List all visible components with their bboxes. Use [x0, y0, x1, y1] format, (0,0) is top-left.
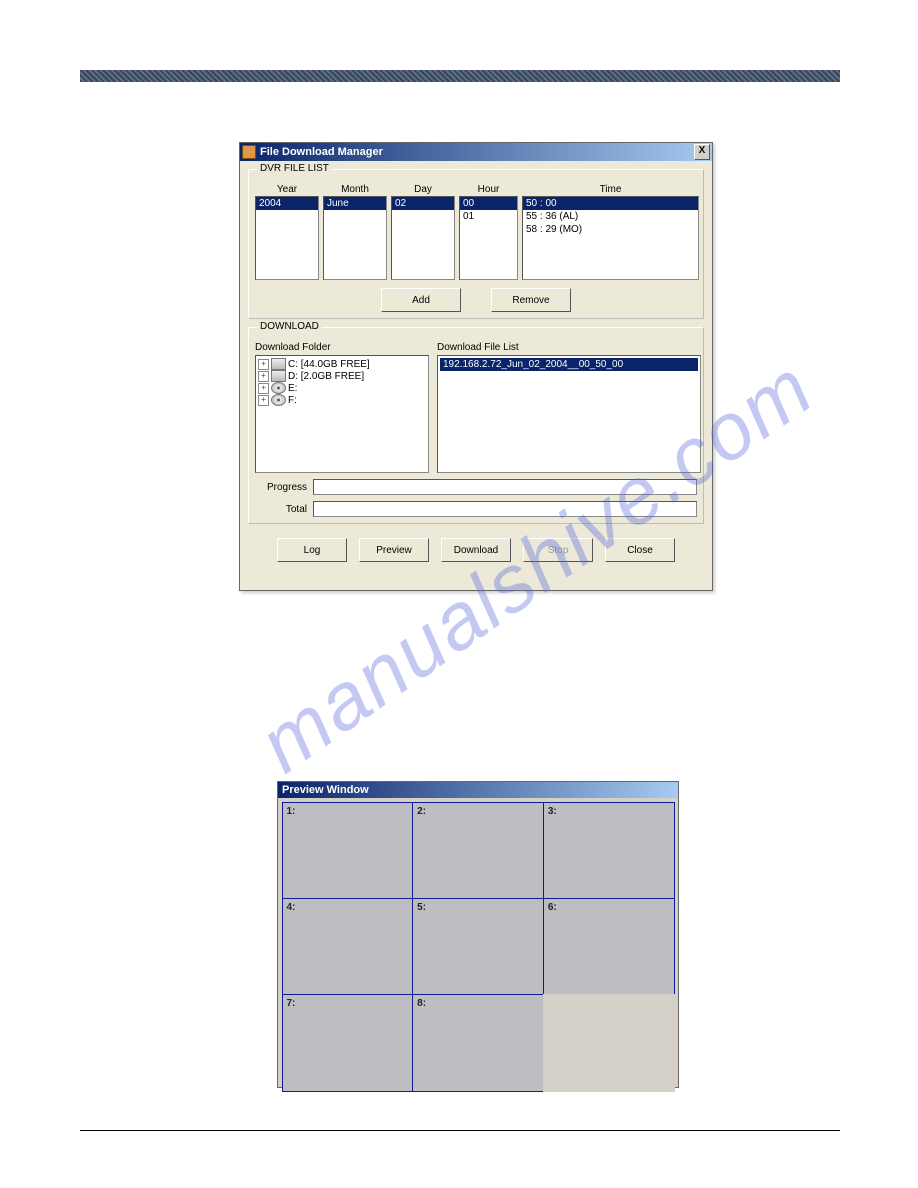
preview-button[interactable]: Preview: [359, 538, 429, 562]
download-group: DOWNLOAD Download Folder + C: [44.0GB FR…: [248, 327, 704, 524]
preview-cell[interactable]: 3:: [543, 802, 675, 899]
cell-label: 5:: [417, 902, 426, 913]
preview-cell-empty: [543, 994, 675, 1091]
cell-label: 1:: [287, 806, 296, 817]
cell-label: 3:: [548, 806, 557, 817]
expand-icon[interactable]: +: [258, 383, 269, 394]
list-item[interactable]: June: [324, 197, 386, 210]
preview-cell[interactable]: 1:: [282, 802, 414, 899]
cell-label: 7:: [287, 998, 296, 1009]
add-button[interactable]: Add: [381, 288, 461, 312]
time-listbox[interactable]: 50 : 00 55 : 36 (AL) 58 : 29 (MO): [522, 196, 699, 280]
titlebar[interactable]: File Download Manager X: [240, 143, 712, 161]
page-footer-line: [80, 1130, 840, 1131]
tree-item[interactable]: + D: [2.0GB FREE]: [258, 370, 426, 382]
hour-label: Hour: [459, 184, 518, 195]
drive-label: F:: [288, 395, 297, 406]
preview-window: Preview Window 1: 2: 3: 4: 5: 6: 7: 8:: [277, 781, 679, 1088]
total-label: Total: [255, 504, 307, 515]
cd-icon: [271, 382, 286, 394]
preview-cell[interactable]: 4:: [282, 898, 414, 995]
cell-label: 4:: [287, 902, 296, 913]
year-label: Year: [255, 184, 319, 195]
preview-cell[interactable]: 6:: [543, 898, 675, 995]
preview-cell[interactable]: 8:: [412, 994, 544, 1091]
time-label: Time: [522, 184, 699, 195]
download-file-listbox[interactable]: 192.168.2.72_Jun_02_2004__00_50_00: [437, 355, 701, 473]
cell-label: 2:: [417, 806, 426, 817]
preview-cell[interactable]: 5:: [412, 898, 544, 995]
drive-label: E:: [288, 383, 297, 394]
stop-button[interactable]: Stop: [523, 538, 593, 562]
month-label: Month: [323, 184, 387, 195]
log-button[interactable]: Log: [277, 538, 347, 562]
expand-icon[interactable]: +: [258, 359, 269, 370]
hdd-icon: [271, 358, 286, 370]
list-item[interactable]: 50 : 00: [523, 197, 698, 210]
expand-icon[interactable]: +: [258, 371, 269, 382]
preview-title-text: Preview Window: [282, 784, 369, 796]
download-legend: DOWNLOAD: [257, 321, 322, 332]
year-listbox[interactable]: 2004: [255, 196, 319, 280]
download-folder-label: Download Folder: [255, 342, 429, 353]
progress-label: Progress: [255, 482, 307, 493]
app-icon: [242, 145, 256, 159]
day-listbox[interactable]: 02: [391, 196, 455, 280]
tree-item[interactable]: + E:: [258, 382, 426, 394]
total-bar: [313, 501, 697, 517]
list-item[interactable]: 192.168.2.72_Jun_02_2004__00_50_00: [440, 358, 698, 371]
cell-label: 8:: [417, 998, 426, 1009]
preview-cell[interactable]: 2:: [412, 802, 544, 899]
tree-item[interactable]: + F:: [258, 394, 426, 406]
drive-label: D: [2.0GB FREE]: [288, 371, 364, 382]
download-folder-tree[interactable]: + C: [44.0GB FREE] + D: [2.0GB FREE] +: [255, 355, 429, 473]
list-item[interactable]: 00: [460, 197, 517, 210]
cell-label: 6:: [548, 902, 557, 913]
hdd-icon: [271, 370, 286, 382]
download-filelist-label: Download File List: [437, 342, 701, 353]
list-item[interactable]: 02: [392, 197, 454, 210]
file-download-manager-window: File Download Manager X DVR FILE LIST Ye…: [239, 142, 713, 591]
list-item[interactable]: 55 : 36 (AL): [523, 210, 698, 223]
hour-listbox[interactable]: 00 01: [459, 196, 518, 280]
dvr-file-list-group: DVR FILE LIST Year 2004 Month June Day: [248, 169, 704, 319]
day-label: Day: [391, 184, 455, 195]
download-button[interactable]: Download: [441, 538, 511, 562]
tree-item[interactable]: + C: [44.0GB FREE]: [258, 358, 426, 370]
preview-titlebar[interactable]: Preview Window: [278, 782, 678, 798]
window-title: File Download Manager: [260, 146, 383, 158]
dvr-file-list-legend: DVR FILE LIST: [257, 163, 332, 174]
progress-bar: [313, 479, 697, 495]
cd-icon: [271, 394, 286, 406]
preview-grid: 1: 2: 3: 4: 5: 6: 7: 8:: [278, 798, 678, 1095]
month-listbox[interactable]: June: [323, 196, 387, 280]
list-item[interactable]: 01: [460, 210, 517, 223]
page-header-bar: [80, 70, 840, 82]
list-item[interactable]: 2004: [256, 197, 318, 210]
expand-icon[interactable]: +: [258, 395, 269, 406]
list-item[interactable]: 58 : 29 (MO): [523, 223, 698, 236]
drive-label: C: [44.0GB FREE]: [288, 359, 370, 370]
preview-cell[interactable]: 7:: [282, 994, 414, 1091]
close-button[interactable]: Close: [605, 538, 675, 562]
close-icon[interactable]: X: [694, 144, 710, 160]
remove-button[interactable]: Remove: [491, 288, 571, 312]
